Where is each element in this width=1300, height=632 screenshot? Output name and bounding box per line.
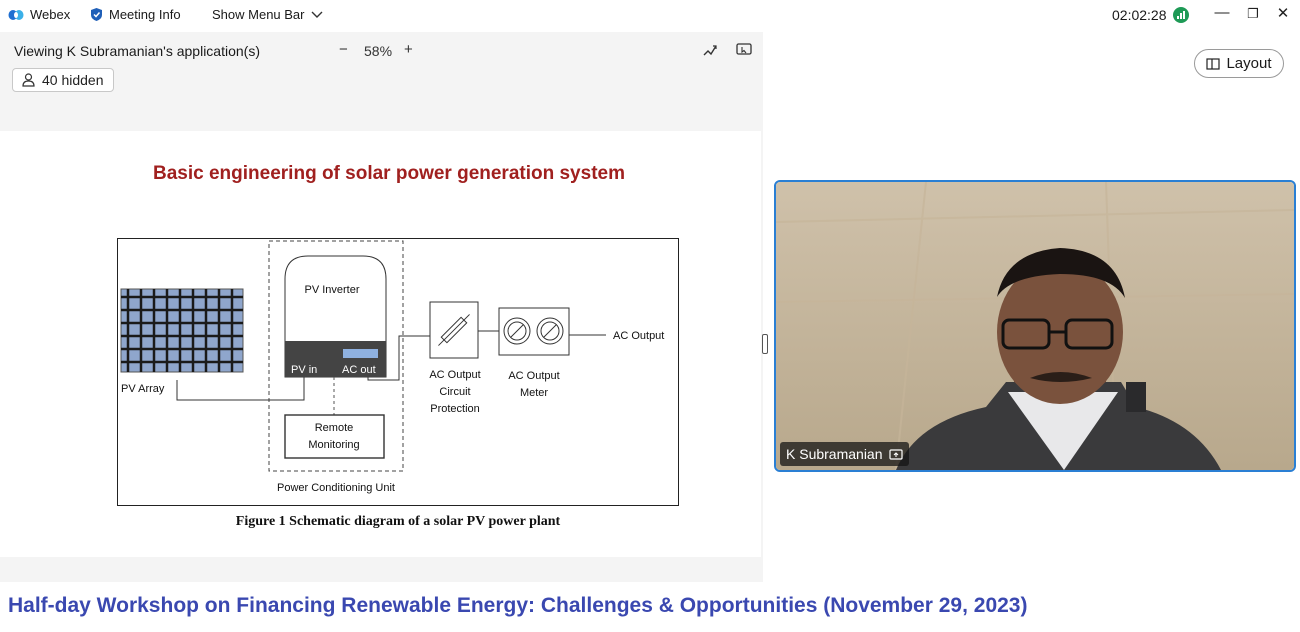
zoom-level: 58% (364, 43, 393, 59)
webex-menu[interactable]: Webex (8, 7, 70, 22)
pcu-label: Power Conditioning Unit (277, 482, 395, 494)
pv-to-inverter-wire (176, 377, 305, 401)
shield-icon (91, 8, 102, 21)
zoom-out-button[interactable]: − (339, 41, 348, 58)
layout-label: Layout (1226, 55, 1272, 72)
meeting-info-button[interactable]: Meeting Info (90, 7, 181, 22)
slide-title: Basic engineering of solar power generat… (153, 163, 625, 184)
workshop-banner: Half-day Workshop on Financing Renewable… (8, 594, 1028, 617)
clock-text: 02:02:28 (1112, 7, 1167, 23)
app-name: Webex (30, 7, 71, 22)
viewing-label: Viewing K Subramanian's application(s) (14, 43, 260, 59)
layout-button[interactable]: Layout (1194, 49, 1284, 78)
pv-inverter-label: PV Inverter (304, 284, 359, 296)
person-icon (22, 73, 35, 87)
annotate-icon[interactable] (702, 43, 718, 57)
meeting-info-label: Meeting Info (109, 7, 181, 22)
meeting-timer: 02:02:28 (1112, 7, 1189, 23)
pv-in-label: PV in (291, 364, 317, 376)
remote-control-icon[interactable] (736, 43, 752, 57)
remote-label-2: Monitoring (308, 439, 359, 451)
prot-label-3: Protection (430, 403, 480, 415)
hidden-count: 40 hidden (42, 72, 104, 88)
screen-share-icon (888, 448, 903, 460)
figure-caption: Figure 1 Schematic diagram of a solar PV… (235, 514, 561, 529)
hidden-participants-button[interactable]: 40 hidden (12, 68, 114, 92)
schematic-figure: PV Array Power Conditioning Unit PV Inve… (117, 238, 679, 506)
chevron-down-icon (311, 11, 322, 18)
participant-name-tag: K Subramanian (780, 442, 909, 466)
minimize-icon[interactable]: — (1210, 4, 1234, 21)
show-menu-bar-label: Show Menu Bar (212, 7, 305, 22)
participant-video-tile[interactable]: K Subramanian (774, 180, 1296, 472)
pv-array-label: PV Array (121, 383, 165, 395)
zoom-in-button[interactable]: + (404, 41, 413, 58)
show-menu-bar-button[interactable]: Show Menu Bar (212, 7, 323, 22)
title-bar: Webex Meeting Info Show Menu Bar 02:02:2… (0, 0, 1300, 32)
ac-output-label: AC Output (613, 330, 664, 342)
prot-label-1: AC Output (429, 369, 480, 381)
ac-out-label: AC out (342, 364, 376, 376)
connection-status-icon[interactable] (1172, 7, 1189, 23)
prot-label-2: Circuit (439, 386, 470, 398)
pv-array-panel (120, 288, 244, 373)
schematic-diagram: PV Array Power Conditioning Unit PV Inve… (120, 240, 664, 494)
remote-label-1: Remote (315, 422, 354, 434)
webex-logo-icon (8, 9, 24, 20)
meter-label-2: Meter (520, 387, 548, 399)
pane-resize-handle[interactable] (762, 334, 768, 354)
meter-label-1: AC Output (508, 370, 559, 382)
layout-grid-icon (1206, 57, 1221, 70)
restore-icon[interactable]: ❐ (1241, 6, 1265, 22)
participant-video-frame (776, 182, 1294, 470)
participant-name: K Subramanian (786, 446, 883, 462)
ac-out-indicator (343, 349, 378, 358)
close-icon[interactable]: ✕ (1271, 4, 1295, 22)
